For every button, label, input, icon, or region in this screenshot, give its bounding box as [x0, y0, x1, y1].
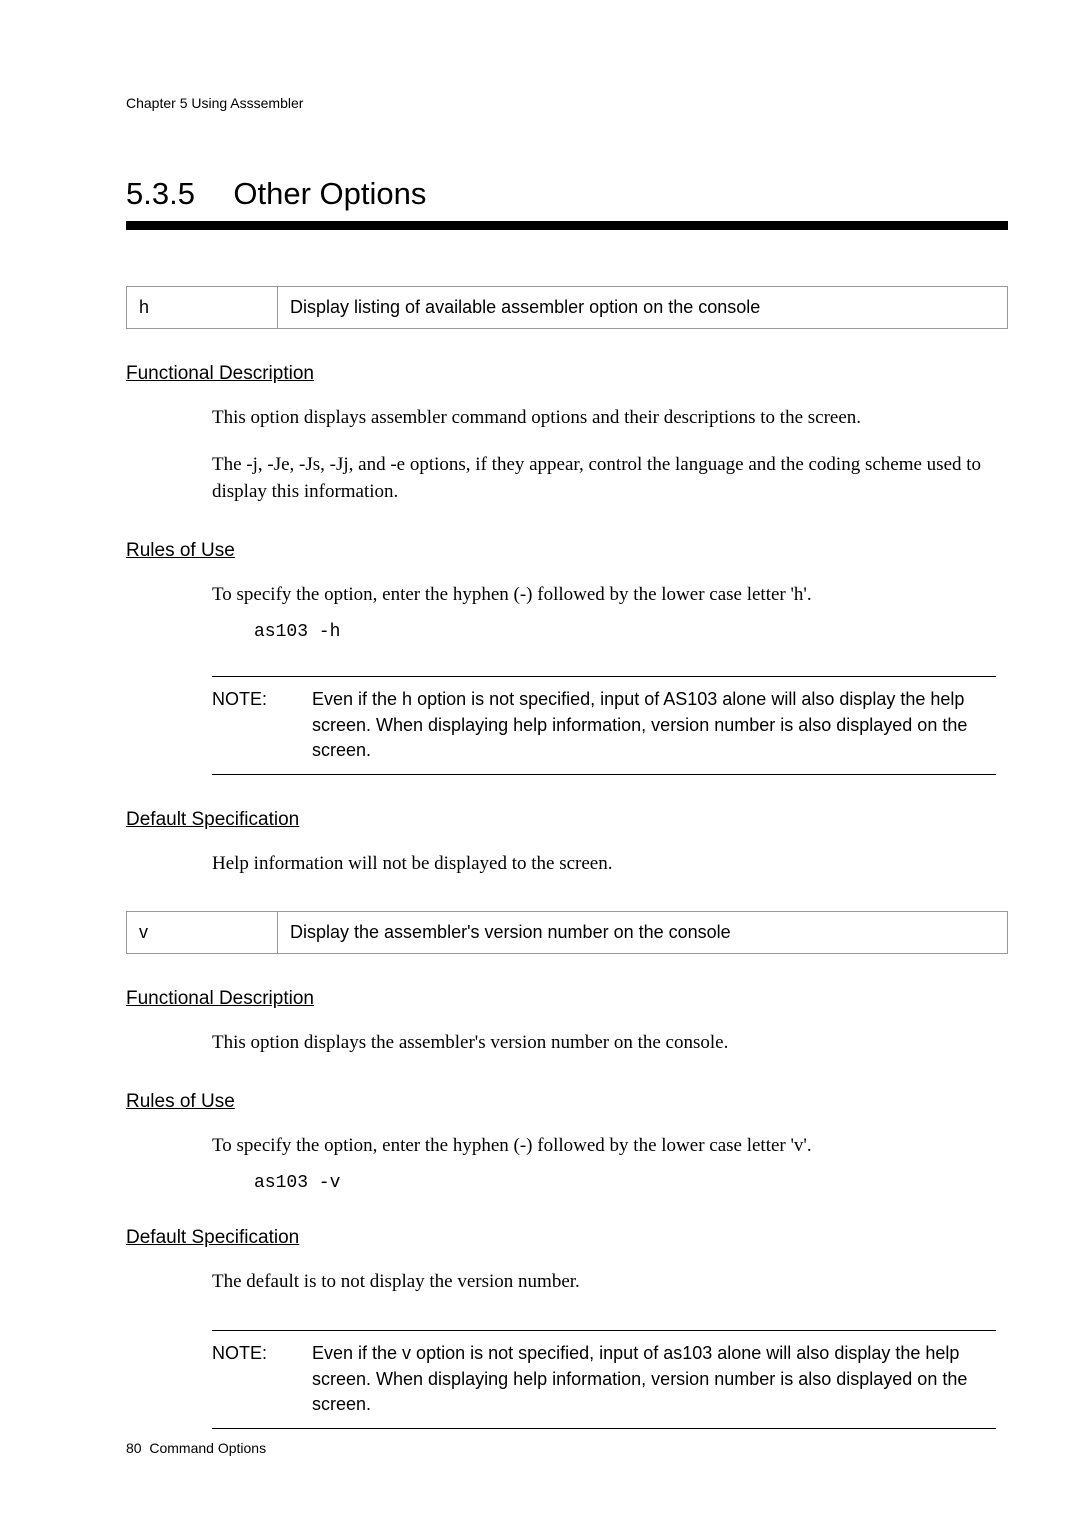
body-text: Help information will not be displayed t…	[212, 850, 996, 878]
body-text: To specify the option, enter the hyphen …	[212, 581, 996, 609]
code-sample: as103 -h	[254, 622, 1008, 642]
page-number: 80	[126, 1440, 142, 1456]
rules-of-use-heading: Rules of Use	[126, 540, 1008, 562]
note-block-h: NOTE: Even if the h option is not specif…	[212, 676, 996, 775]
note-block-v: NOTE: Even if the v option is not specif…	[212, 1330, 996, 1429]
table-row: h Display listing of available assembler…	[127, 287, 1008, 329]
option-table-h: h Display listing of available assembler…	[126, 286, 1008, 329]
section-number: 5.3.5	[126, 176, 195, 212]
option-desc-h: Display listing of available assembler o…	[278, 287, 1008, 329]
option-table-v: v Display the assembler's version number…	[126, 911, 1008, 954]
functional-description-heading: Functional Description	[126, 363, 1008, 385]
body-text: To specify the option, enter the hyphen …	[212, 1132, 996, 1160]
default-specification-heading: Default Specification	[126, 809, 1008, 831]
chapter-header: Chapter 5 Using Asssembler	[126, 95, 1008, 111]
body-text: This option displays assembler command o…	[212, 404, 996, 432]
default-specification-heading: Default Specification	[126, 1227, 1008, 1249]
option-flag-v: v	[127, 912, 278, 954]
heading-rule	[126, 221, 1008, 230]
body-text: The default is to not display the versio…	[212, 1268, 996, 1296]
note-label: NOTE:	[212, 1341, 312, 1418]
section-title: Other Options	[233, 176, 426, 212]
body-text: This option displays the assembler's ver…	[212, 1029, 996, 1057]
note-rule-bottom	[212, 1428, 996, 1429]
option-flag-h: h	[127, 287, 278, 329]
note-text: Even if the v option is not specified, i…	[312, 1341, 996, 1418]
page-footer: 80 Command Options	[126, 1440, 266, 1456]
table-row: v Display the assembler's version number…	[127, 912, 1008, 954]
code-sample: as103 -v	[254, 1173, 1008, 1193]
section-heading: 5.3.5 Other Options	[126, 176, 1008, 212]
body-text: The -j, -Je, -Js, -Jj, and -e options, i…	[212, 451, 996, 506]
note-label: NOTE:	[212, 687, 312, 764]
functional-description-heading: Functional Description	[126, 988, 1008, 1010]
footer-text: Command Options	[149, 1440, 266, 1456]
note-rule-bottom	[212, 774, 996, 775]
note-text: Even if the h option is not specified, i…	[312, 687, 996, 764]
document-page: Chapter 5 Using Asssembler 5.3.5 Other O…	[0, 0, 1080, 1528]
rules-of-use-heading: Rules of Use	[126, 1091, 1008, 1113]
option-desc-v: Display the assembler's version number o…	[278, 912, 1008, 954]
